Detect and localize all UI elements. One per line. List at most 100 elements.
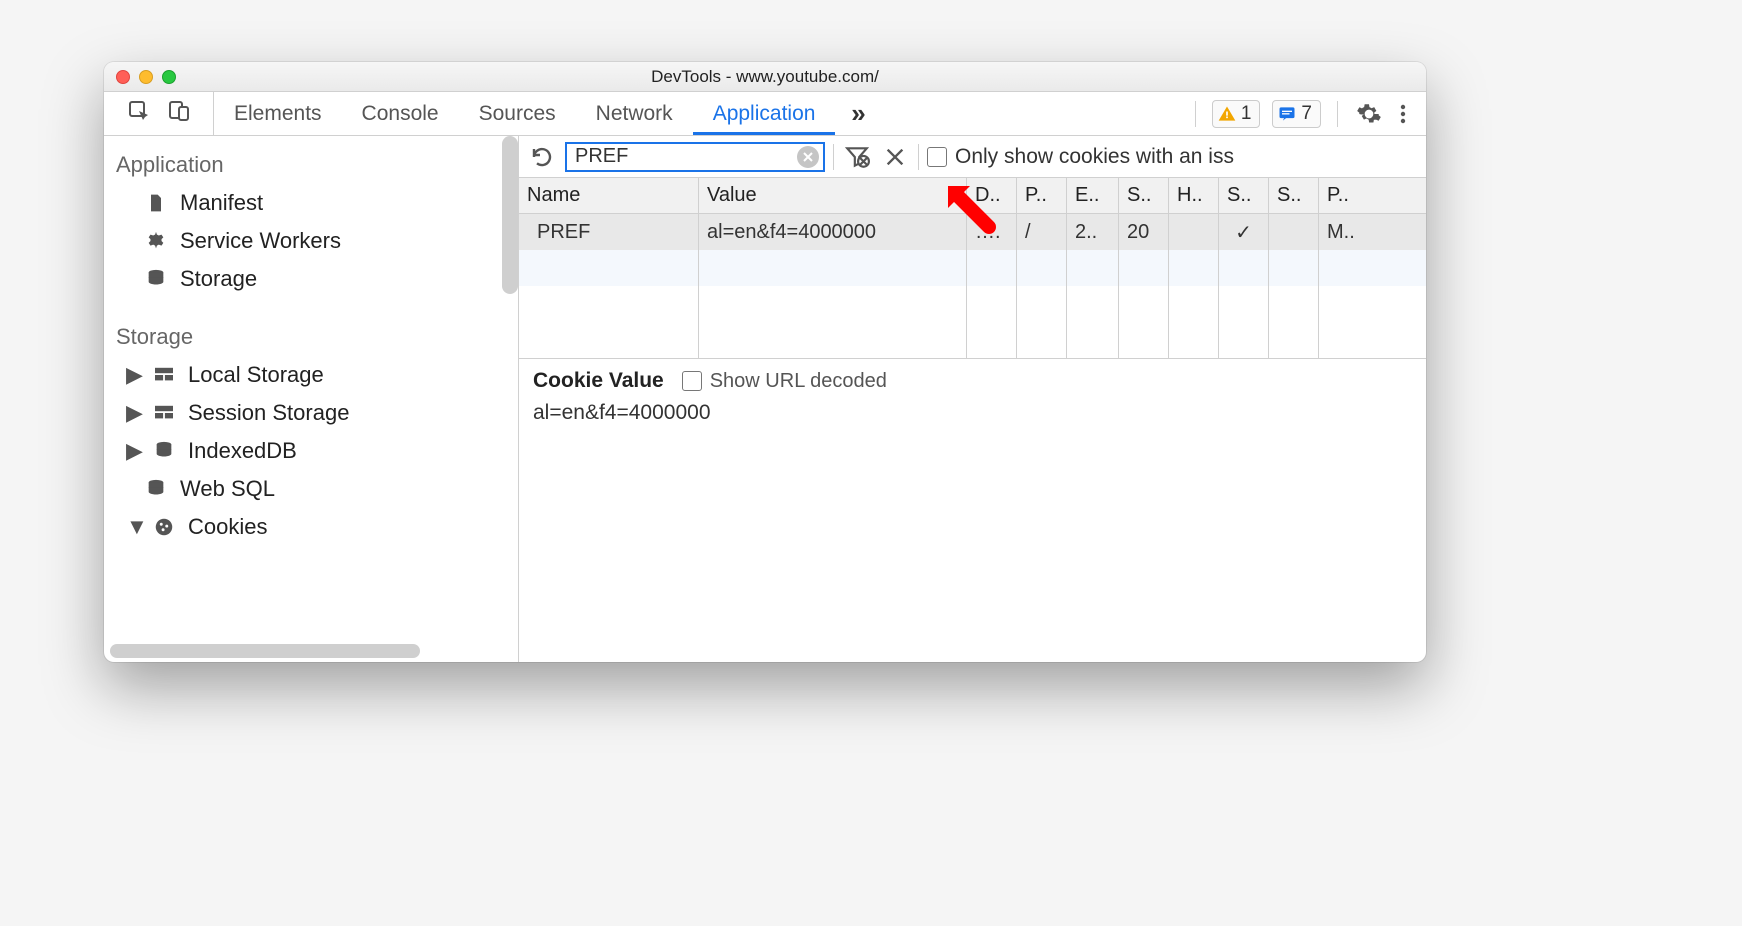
tab-elements[interactable]: Elements xyxy=(214,92,342,135)
sidebar-item-indexeddb[interactable]: ▶ IndexedDB xyxy=(104,432,518,470)
col-name[interactable]: Name xyxy=(519,178,699,214)
filter-input-value: PREF xyxy=(575,145,797,168)
tab-application[interactable]: Application xyxy=(693,92,836,135)
divider xyxy=(1195,101,1196,127)
sidebar-scrollbar[interactable] xyxy=(502,136,518,294)
settings-icon[interactable] xyxy=(1352,97,1386,131)
cell-priority: M.. xyxy=(1319,214,1426,250)
table-row[interactable]: PREF al=en&f4=4000000 …. / 2.. 20 ✓ M.. xyxy=(519,214,1426,250)
cookies-panel: PREF Only show cookies with an iss xyxy=(519,136,1426,662)
sidebar-item-session-storage[interactable]: ▶ Session Storage xyxy=(104,394,518,432)
cell-secure: ✓ xyxy=(1219,214,1269,250)
col-httponly[interactable]: H.. xyxy=(1169,178,1219,214)
cell-samesite xyxy=(1269,214,1319,250)
chevron-down-icon: ▼ xyxy=(126,514,140,540)
col-secure[interactable]: S.. xyxy=(1219,178,1269,214)
gear-icon xyxy=(144,229,168,253)
sidebar-item-storage-overview[interactable]: Storage xyxy=(104,260,518,298)
sidebar-item-label: Cookies xyxy=(188,514,267,540)
divider xyxy=(833,144,834,170)
tabs-overflow-button[interactable]: » xyxy=(835,92,881,135)
cell-domain: …. xyxy=(967,214,1017,250)
delete-cookie-icon[interactable] xyxy=(880,142,910,172)
database-icon xyxy=(144,267,168,291)
chevron-right-icon: ▶ xyxy=(126,400,140,426)
sidebar-item-label: Web SQL xyxy=(180,476,275,502)
col-value[interactable]: Value xyxy=(699,178,967,214)
col-samesite[interactable]: S.. xyxy=(1269,178,1319,214)
minimize-window-button[interactable] xyxy=(139,70,153,84)
cookie-details: Cookie Value Show URL decoded al=en&f4=4… xyxy=(519,359,1426,662)
clear-filter-icon[interactable] xyxy=(797,146,819,168)
cookies-toolbar: PREF Only show cookies with an iss xyxy=(519,136,1426,178)
sidebar-item-label: Manifest xyxy=(180,190,263,216)
col-size[interactable]: S.. xyxy=(1119,178,1169,214)
show-url-decoded-checkbox[interactable] xyxy=(682,371,702,391)
col-expires[interactable]: E.. xyxy=(1067,178,1119,214)
warnings-badge[interactable]: 1 xyxy=(1212,100,1261,128)
show-url-decoded-label: Show URL decoded xyxy=(710,370,887,393)
inspect-element-icon[interactable] xyxy=(127,99,151,129)
sidebar-item-service-workers[interactable]: Service Workers xyxy=(104,222,518,260)
sidebar-item-web-sql[interactable]: Web SQL xyxy=(104,470,518,508)
warnings-count: 1 xyxy=(1241,103,1252,125)
close-window-button[interactable] xyxy=(116,70,130,84)
sidebar-item-manifest[interactable]: Manifest xyxy=(104,184,518,222)
device-toolbar-icon[interactable] xyxy=(167,99,191,129)
table-icon xyxy=(152,363,176,387)
titlebar: DevTools - www.youtube.com/ xyxy=(104,62,1426,92)
table-row-empty xyxy=(519,250,1426,286)
divider xyxy=(1337,101,1338,127)
window-controls xyxy=(116,70,176,84)
status-badges: 1 7 xyxy=(1181,92,1352,135)
sidebar-item-label: Storage xyxy=(180,266,257,292)
sidebar-section-storage: Storage xyxy=(104,316,518,356)
database-icon xyxy=(152,439,176,463)
maximize-window-button[interactable] xyxy=(162,70,176,84)
cookie-value-text: al=en&f4=4000000 xyxy=(533,401,1412,425)
sidebar-item-label: IndexedDB xyxy=(188,438,297,464)
cell-value: al=en&f4=4000000 xyxy=(699,214,967,250)
window-title: DevTools - www.youtube.com/ xyxy=(651,67,879,87)
document-icon xyxy=(144,191,168,215)
messages-badge[interactable]: 7 xyxy=(1272,100,1321,128)
table-icon xyxy=(152,401,176,425)
col-domain[interactable]: D.. xyxy=(967,178,1017,214)
sidebar-item-label: Local Storage xyxy=(188,362,324,388)
only-issues-checkbox[interactable] xyxy=(927,147,947,167)
cell-size: 20 xyxy=(1119,214,1169,250)
sidebar-item-label: Service Workers xyxy=(180,228,341,254)
clear-all-filter-icon[interactable] xyxy=(842,142,872,172)
sidebar-item-local-storage[interactable]: ▶ Local Storage xyxy=(104,356,518,394)
chevron-right-icon: ▶ xyxy=(126,438,140,464)
cell-path: / xyxy=(1017,214,1067,250)
sidebar-section-application: Application xyxy=(104,144,518,184)
database-icon xyxy=(144,477,168,501)
cell-httponly xyxy=(1169,214,1219,250)
refresh-icon[interactable] xyxy=(527,142,557,172)
chevron-right-icon: ▶ xyxy=(126,362,140,388)
cookie-icon xyxy=(152,515,176,539)
col-path[interactable]: P.. xyxy=(1017,178,1067,214)
table-row-empty xyxy=(519,286,1426,358)
sidebar-horizontal-scrollbar[interactable] xyxy=(110,644,420,658)
table-header-row: Name Value D.. P.. E.. S.. H.. S.. S.. P… xyxy=(519,178,1426,214)
sidebar-item-cookies[interactable]: ▼ Cookies xyxy=(104,508,518,546)
cell-name: PREF xyxy=(519,214,699,250)
devtools-window: DevTools - www.youtube.com/ xyxy=(104,62,1426,662)
application-sidebar: Application Manifest Service Workers Sto… xyxy=(104,136,519,662)
only-issues-label: Only show cookies with an iss xyxy=(955,145,1234,169)
sidebar-item-label: Session Storage xyxy=(188,400,349,426)
cookies-table: Name Value D.. P.. E.. S.. H.. S.. S.. P… xyxy=(519,178,1426,359)
device-inspect-controls xyxy=(104,92,214,135)
filter-input[interactable]: PREF xyxy=(565,142,825,172)
kebab-menu-icon[interactable] xyxy=(1386,97,1420,131)
tab-network[interactable]: Network xyxy=(576,92,693,135)
divider xyxy=(918,144,919,170)
tab-console[interactable]: Console xyxy=(342,92,459,135)
cell-expires: 2.. xyxy=(1067,214,1119,250)
messages-count: 7 xyxy=(1301,103,1312,125)
tab-sources[interactable]: Sources xyxy=(459,92,576,135)
col-priority[interactable]: P.. xyxy=(1319,178,1426,214)
cookie-value-heading: Cookie Value xyxy=(533,369,664,393)
